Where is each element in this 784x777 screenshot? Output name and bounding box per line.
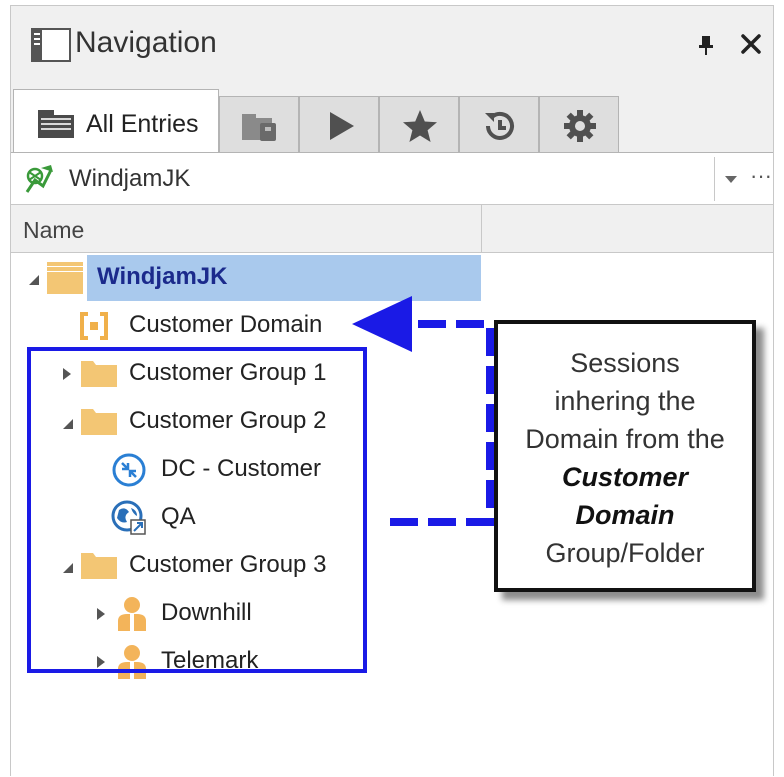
web-session-icon [111, 500, 146, 535]
collapsed-arrow-icon [63, 368, 71, 380]
all-entries-icon [38, 110, 74, 138]
gear-icon [564, 110, 596, 142]
tree-row-customer-group-2[interactable]: Customer Group 2 [11, 399, 491, 443]
tab-favorites[interactable] [379, 96, 459, 152]
callout-emphasis: Customer [561, 462, 689, 492]
tree-root-label: WindjamJK [97, 263, 228, 290]
chevron-down-icon[interactable] [717, 161, 745, 197]
tree-item-label: QA [161, 503, 196, 530]
user-icon [118, 645, 146, 679]
tab-settings[interactable] [539, 96, 619, 152]
user-icon [118, 597, 146, 631]
tree-row-customer-domain[interactable]: Customer Domain [11, 303, 491, 347]
expanded-arrow-icon [63, 563, 73, 573]
callout-line: inhering the [554, 386, 696, 416]
datasource-value: WindjamJK [69, 165, 191, 192]
callout-emphasis: Domain [575, 500, 675, 530]
tree-row-dc-customer[interactable]: DC - Customer [11, 447, 491, 491]
callout-line: Sessions [570, 348, 680, 378]
folder-stack-icon [47, 262, 83, 294]
play-icon [330, 112, 354, 140]
expanded-arrow-icon [63, 419, 73, 429]
callout-line: Group/Folder [545, 538, 705, 568]
callout-line: Domain from the [525, 424, 725, 454]
tab-all-entries-label: All Entries [86, 110, 199, 138]
vault-icon [242, 114, 276, 141]
star-icon [403, 110, 437, 142]
tree-item-label: Downhill [161, 599, 252, 626]
navigation-window-icon [31, 28, 71, 62]
tree-row-telemark[interactable]: Telemark [11, 639, 491, 683]
column-divider[interactable] [481, 205, 482, 253]
tree-row-root[interactable]: WindjamJK [11, 255, 491, 301]
tree-item-label: Customer Group 2 [129, 407, 327, 434]
tree-row-qa[interactable]: QA [11, 495, 491, 539]
more-options-button[interactable]: ··· [747, 161, 775, 197]
tab-all-entries[interactable]: All Entries [13, 89, 219, 153]
collapsed-arrow-icon [97, 656, 105, 668]
pin-icon[interactable] [695, 34, 717, 56]
tab-play[interactable] [299, 96, 379, 152]
datasource-icon [25, 165, 53, 193]
tree-row-customer-group-3[interactable]: Customer Group 3 [11, 543, 491, 587]
folder-icon [81, 361, 117, 387]
selector-divider [714, 157, 715, 201]
tree-item-label: DC - Customer [161, 455, 322, 482]
close-icon[interactable] [739, 32, 763, 56]
folder-icon [81, 553, 117, 579]
collapsed-arrow-icon [97, 608, 105, 620]
annotation-callout: Sessions inhering the Domain from the Cu… [494, 320, 756, 592]
panel-titlebar: Navigation [11, 6, 773, 86]
tree-row-customer-group-1[interactable]: Customer Group 1 [11, 351, 491, 395]
tree-item-label: Customer Domain [129, 311, 323, 338]
column-header-name[interactable]: Name [23, 217, 84, 244]
remote-desktop-icon [112, 453, 146, 487]
tab-vault[interactable] [219, 96, 299, 152]
panel-title: Navigation [75, 26, 217, 59]
domain-group-icon [80, 312, 108, 340]
datasource-selector[interactable]: WindjamJK ··· [11, 153, 773, 205]
folder-icon [81, 409, 117, 435]
column-header-row: Name [11, 205, 773, 253]
tree-item-label: Telemark [161, 647, 259, 674]
expanded-arrow-icon [29, 275, 39, 285]
tree-row-downhill[interactable]: Downhill [11, 591, 491, 635]
history-icon [485, 111, 514, 140]
tab-history[interactable] [459, 96, 539, 152]
tree-item-label: Customer Group 3 [129, 551, 327, 578]
tree-item-label: Customer Group 1 [129, 359, 327, 386]
